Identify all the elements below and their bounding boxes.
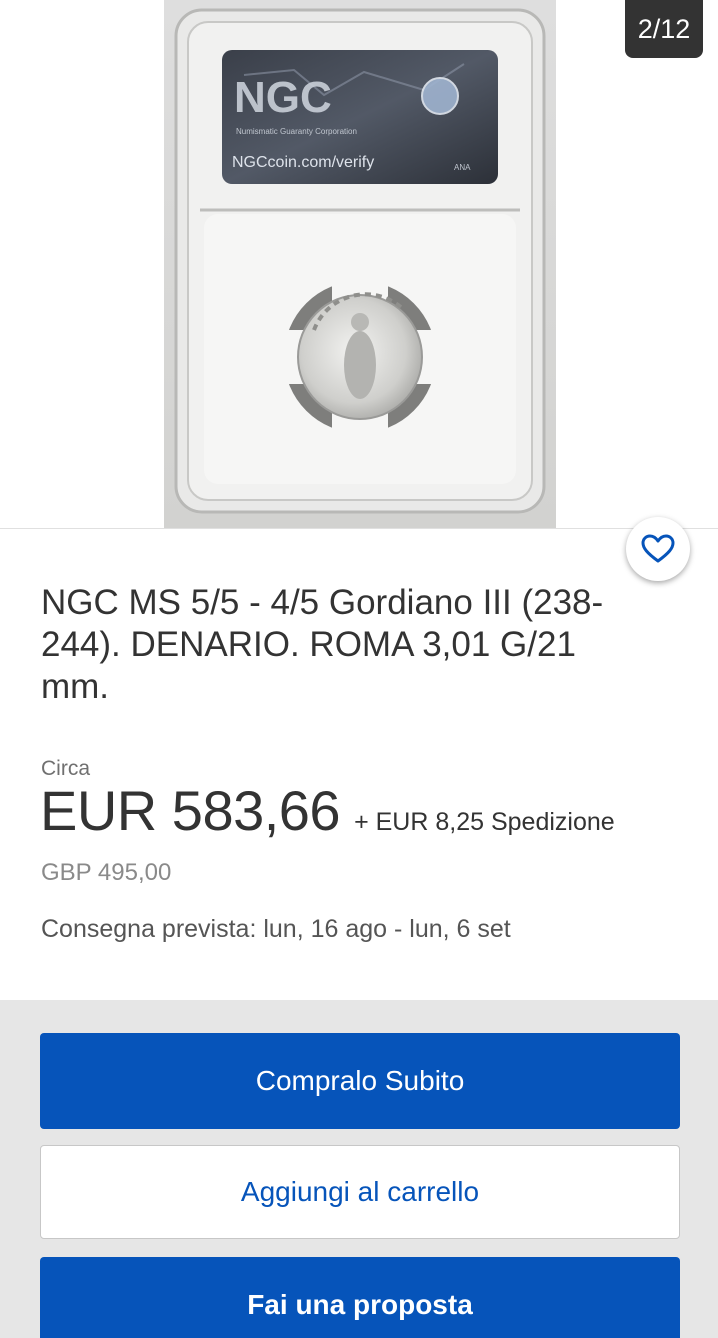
section-divider: [0, 528, 718, 529]
image-gallery[interactable]: NGC Numismatic Guaranty Corporation NGCc…: [0, 0, 718, 528]
add-to-cart-button[interactable]: Aggiungi al carrello: [40, 1145, 680, 1239]
estimated-delivery: Consegna prevista: lun, 16 ago - lun, 6 …: [41, 915, 511, 943]
original-price: GBP 495,00: [41, 859, 172, 886]
watch-button[interactable]: [626, 517, 690, 581]
action-panel: Compralo Subito Aggiungi al carrello Fai…: [0, 1000, 718, 1338]
shipping-cost: + EUR 8,25 Spedizione: [354, 808, 615, 836]
svg-text:Numismatic Guaranty Corporatio: Numismatic Guaranty Corporation: [236, 127, 357, 136]
svg-text:NGCcoin.com/verify: NGCcoin.com/verify: [232, 154, 374, 171]
coin-slab-image: NGC Numismatic Guaranty Corporation NGCc…: [164, 0, 556, 528]
price-row: EUR 583,66 + EUR 8,25 Spedizione: [40, 778, 615, 843]
svg-text:NGC: NGC: [234, 73, 332, 122]
svg-text:ANA: ANA: [454, 163, 471, 172]
make-offer-button[interactable]: Fai una proposta: [40, 1257, 680, 1338]
listing-photo[interactable]: NGC Numismatic Guaranty Corporation NGCc…: [164, 0, 556, 528]
heart-outline-icon: [641, 534, 675, 563]
buy-now-button[interactable]: Compralo Subito: [40, 1033, 680, 1129]
item-price: EUR 583,66: [40, 779, 341, 842]
listing-title: NGC MS 5/5 - 4/5 Gordiano III (238-244).…: [41, 583, 604, 706]
image-counter: 2/12: [625, 0, 703, 58]
